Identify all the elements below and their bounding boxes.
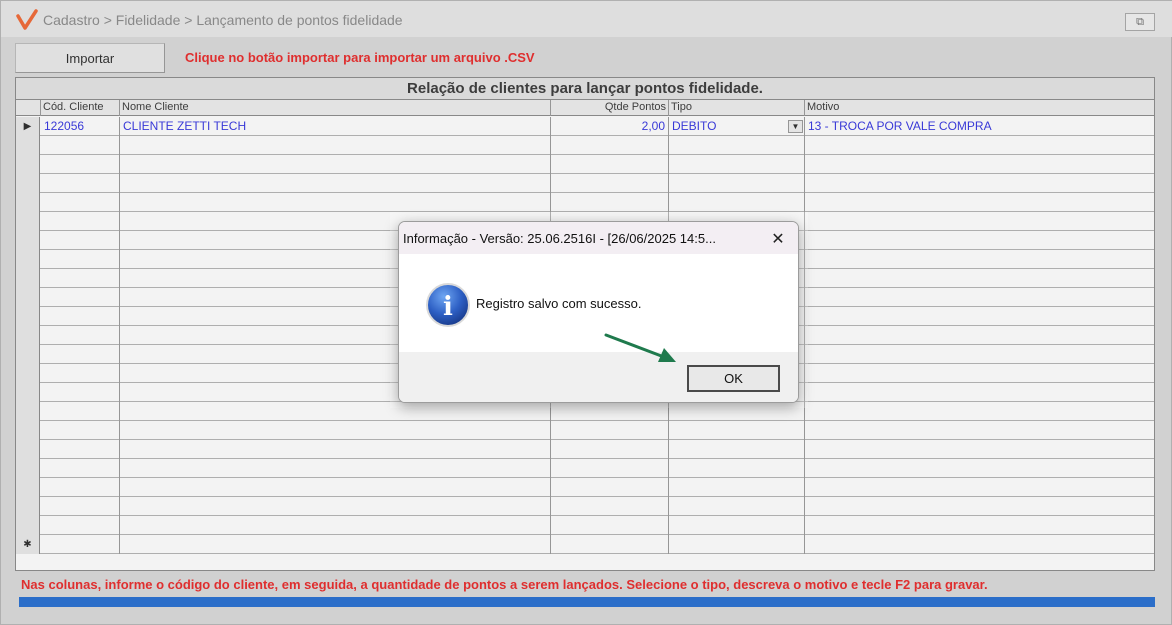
dialog-body: i Registro salvo com sucesso.: [399, 254, 798, 352]
info-dialog: Informação - Versão: 25.06.2516I - [26/0…: [398, 221, 799, 403]
dialog-footer: OK: [399, 352, 798, 402]
info-icon-letter: i: [443, 292, 453, 322]
green-arrow-icon: [604, 333, 676, 362]
dialog-title: Informação - Versão: 25.06.2516I - [26/0…: [403, 231, 716, 246]
info-icon: i: [426, 283, 470, 327]
dialog-close-button[interactable]: ✕: [762, 226, 794, 252]
dialog-message: Registro salvo com sucesso.: [476, 296, 642, 311]
dialog-title-bar: Informação - Versão: 25.06.2516I - [26/0…: [399, 222, 798, 254]
ok-button[interactable]: OK: [687, 365, 780, 392]
